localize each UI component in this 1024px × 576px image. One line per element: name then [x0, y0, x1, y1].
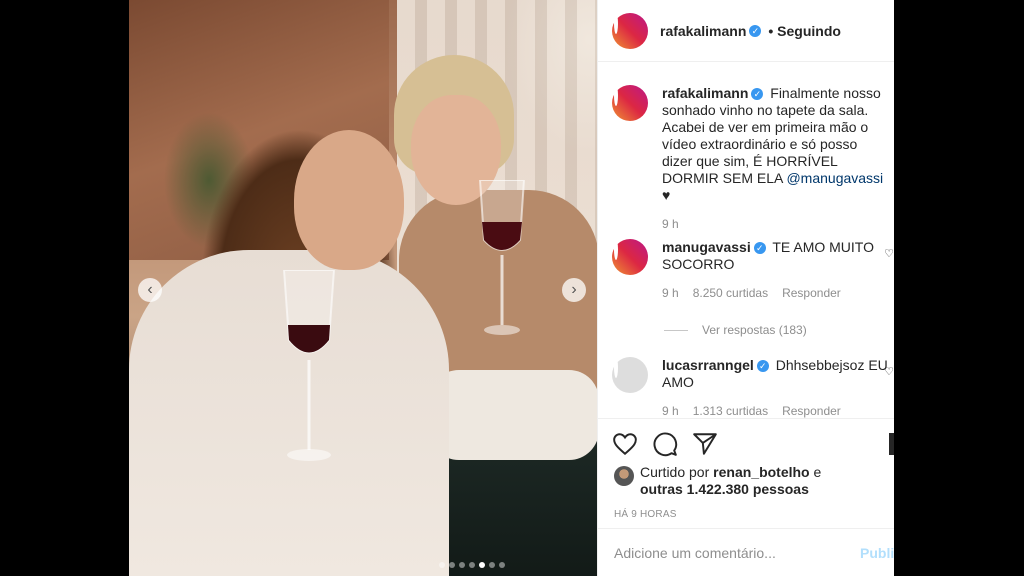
- comment-time[interactable]: 9 h: [662, 403, 679, 418]
- caption-avatar[interactable]: [612, 85, 648, 121]
- comment-avatar[interactable]: [612, 239, 648, 275]
- author-avatar[interactable]: [612, 12, 648, 49]
- verified-icon: ✓: [751, 88, 764, 101]
- liker-avatar[interactable]: [614, 466, 634, 486]
- carousel-dot: [479, 562, 485, 568]
- comment-reply-button[interactable]: Responder: [782, 403, 841, 418]
- likes-summary[interactable]: Curtido por renan_botelho e outras 1.422…: [614, 464, 821, 498]
- author-username[interactable]: rafakalimann: [660, 23, 746, 39]
- add-comment-bar: Publi: [598, 528, 894, 576]
- replies-divider: [664, 329, 688, 331]
- likes-others-link[interactable]: outras 1.422.380 pessoas: [640, 481, 809, 497]
- carousel-dot: [459, 562, 465, 568]
- verified-icon: ✓: [753, 242, 766, 255]
- comment-input[interactable]: [614, 544, 844, 561]
- comment-username[interactable]: lucasrranngel: [662, 357, 754, 373]
- publish-button[interactable]: Publi: [860, 545, 894, 561]
- heart-icon[interactable]: [612, 431, 638, 457]
- carousel-dot: [439, 562, 445, 568]
- comments-list[interactable]: rafakalimann ✓ Finalmente nosso sonhado v…: [598, 63, 894, 418]
- post-actions: Curtido por renan_botelho e outras 1.422…: [598, 418, 894, 528]
- verified-icon: ✓: [749, 24, 762, 37]
- likes-prefix: Curtido por: [640, 464, 710, 480]
- comment-avatar[interactable]: [612, 357, 648, 393]
- wine-glass-right: [478, 180, 526, 335]
- liker-username[interactable]: renan_botelho: [713, 464, 809, 480]
- caption-mention-link[interactable]: @manugavassi: [786, 170, 883, 186]
- caption-time[interactable]: 9 h: [662, 216, 679, 233]
- carousel-dot: [469, 562, 475, 568]
- post-header: rafakalimann ✓ • Seguindo: [598, 0, 894, 62]
- carousel-dot: [499, 562, 505, 568]
- caption: rafakalimann ✓ Finalmente nosso sonhado v…: [612, 85, 892, 233]
- carousel-dot: [449, 562, 455, 568]
- carousel-dot: [489, 562, 495, 568]
- comment-like-icon[interactable]: ♡: [884, 365, 894, 378]
- post-sidebar: rafakalimann ✓ • Seguindo rafakalimann ✓ …: [597, 0, 894, 576]
- carousel-next-button[interactable]: ›: [562, 278, 586, 302]
- share-icon[interactable]: [692, 431, 718, 457]
- caption-heart: ♥: [662, 187, 671, 203]
- view-replies-button[interactable]: Ver respostas (183): [664, 323, 807, 337]
- comment-like-icon[interactable]: ♡: [884, 247, 894, 260]
- comment-reply-button[interactable]: Responder: [782, 285, 841, 302]
- likes-mid: e: [813, 464, 822, 480]
- view-replies-label: Ver respostas (183): [702, 323, 807, 337]
- post-photo[interactable]: [129, 0, 597, 576]
- verified-icon: ✓: [756, 360, 769, 373]
- carousel-dots: [439, 562, 505, 568]
- post-timestamp[interactable]: HÁ 9 HORAS: [614, 509, 677, 520]
- caption-username[interactable]: rafakalimann: [662, 85, 748, 101]
- comment-item: lucasrranngel ✓ Dhhsebbejsoz EU AMO 9 h 1…: [612, 357, 894, 418]
- follow-status-button[interactable]: • Seguindo: [768, 23, 841, 39]
- photo-person-left-face: [294, 130, 404, 270]
- wine-glass-left: [282, 270, 336, 461]
- carousel-prev-button[interactable]: ‹: [138, 278, 162, 302]
- comment-username[interactable]: manugavassi: [662, 239, 751, 255]
- comment-likes[interactable]: 1.313 curtidas: [693, 403, 768, 418]
- comment-likes[interactable]: 8.250 curtidas: [693, 285, 768, 302]
- comment-icon[interactable]: [652, 431, 678, 457]
- bookmark-icon[interactable]: [889, 433, 894, 455]
- comment-time[interactable]: 9 h: [662, 285, 679, 302]
- comment-item: manugavassi ✓ TE AMO MUITO SOCORRO 9 h 8.…: [612, 239, 894, 302]
- photo-person-right-legs: [429, 370, 597, 460]
